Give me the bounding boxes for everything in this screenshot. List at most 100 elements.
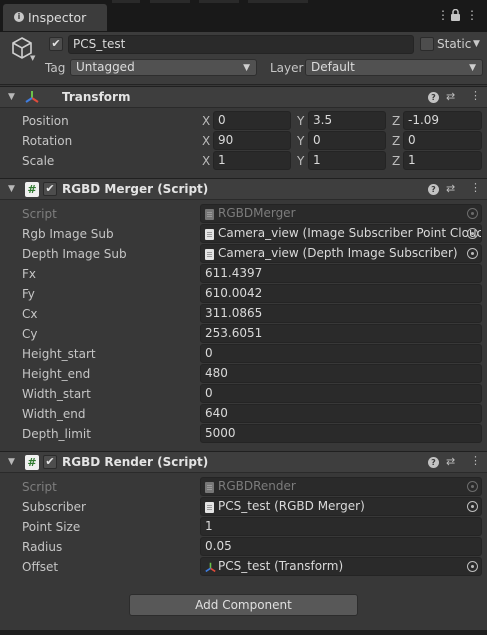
axis-y-label[interactable]: Y <box>297 154 304 168</box>
active-checkbox[interactable]: ✔ <box>49 37 63 51</box>
depth-limit-label: Depth_limit <box>22 427 91 441</box>
depth-limit-field[interactable]: 5000 <box>200 424 482 443</box>
foldout-arrow-icon[interactable]: ▼ <box>8 184 15 194</box>
width-end-field[interactable]: 640 <box>200 404 482 423</box>
width-start-field[interactable]: 0 <box>200 384 482 403</box>
script-asset-icon <box>205 502 214 513</box>
render-script-value: RGBDRender <box>218 479 296 493</box>
tag-value: Untagged <box>76 60 135 74</box>
lock-icon[interactable] <box>450 9 461 21</box>
tag-dropdown[interactable]: Untagged ▼ <box>70 59 257 76</box>
point-size-label: Point Size <box>22 520 81 534</box>
layer-label: Layer <box>270 61 304 75</box>
height-start-field[interactable]: 0 <box>200 344 482 363</box>
script-asset-icon <box>205 249 214 260</box>
static-checkbox[interactable] <box>420 37 434 51</box>
script-asset-icon <box>205 229 214 240</box>
help-icon[interactable]: ? <box>428 184 439 195</box>
subscriber-field[interactable]: PCS_test (RGBD Merger) <box>200 497 482 516</box>
object-picker-icon[interactable] <box>467 248 478 259</box>
menu-icon[interactable]: ⋮ <box>466 8 478 22</box>
width-end-label: Width_end <box>22 407 86 421</box>
gameobject-name-field[interactable]: PCS_test <box>68 35 414 54</box>
axis-z-label[interactable]: Z <box>392 134 400 148</box>
offset-label: Offset <box>22 560 59 574</box>
preset-icon[interactable]: ⇄ <box>446 90 455 103</box>
rotation-z-field[interactable]: 0 <box>403 131 482 150</box>
depth-image-sub-label: Depth Image Sub <box>22 247 127 261</box>
tab-inspector[interactable]: i Inspector <box>3 4 107 31</box>
layer-dropdown[interactable]: Default ▼ <box>305 59 483 76</box>
fx-label: Fx <box>22 267 37 281</box>
scale-label: Scale <box>22 154 55 168</box>
transform-icon <box>205 562 216 573</box>
axis-z-label[interactable]: Z <box>392 114 400 128</box>
kebab-icon[interactable]: ⋮ <box>470 89 481 102</box>
width-start-label: Width_start <box>22 387 91 401</box>
axis-y-label[interactable]: Y <box>297 134 304 148</box>
chevron-down-icon: ▼ <box>243 63 250 73</box>
static-dropdown-arrow[interactable]: ▼ <box>473 39 480 49</box>
merger-script-value: RGBDMerger <box>218 206 296 220</box>
depth-image-sub-field[interactable]: Camera_view (Depth Image Subscriber) <box>200 244 482 263</box>
position-label: Position <box>22 114 69 128</box>
script-label: Script <box>22 207 57 221</box>
script-asset-icon <box>205 209 214 220</box>
tab-stub <box>150 0 190 3</box>
object-picker-icon <box>467 481 478 492</box>
kebab-icon[interactable]: ⋮ <box>470 181 481 194</box>
height-end-field[interactable]: 480 <box>200 364 482 383</box>
axis-z-label[interactable]: Z <box>392 154 400 168</box>
merger-enabled-checkbox[interactable]: ✔ <box>43 182 57 196</box>
chevron-down-icon: ▼ <box>469 63 476 73</box>
info-icon: i <box>14 12 24 22</box>
cx-label: Cx <box>22 307 38 321</box>
fx-field[interactable]: 611.4397 <box>200 264 482 283</box>
position-z-field[interactable]: -1.09 <box>403 111 482 130</box>
radius-label: Radius <box>22 540 63 554</box>
kebab-icon[interactable]: ⋮ <box>437 8 449 22</box>
point-size-field[interactable]: 1 <box>200 517 482 536</box>
rgb-image-sub-field[interactable]: Camera_view (Image Subscriber Point Clou… <box>200 224 482 243</box>
subscriber-value: PCS_test (RGBD Merger) <box>218 499 365 513</box>
cy-field[interactable]: 253.6051 <box>200 324 482 343</box>
axis-y-label[interactable]: Y <box>297 114 304 128</box>
foldout-arrow-icon[interactable]: ▼ <box>8 457 15 467</box>
axis-x-label[interactable]: X <box>202 134 210 148</box>
rotation-label: Rotation <box>22 134 73 148</box>
radius-field[interactable]: 0.05 <box>200 537 482 556</box>
preset-icon[interactable]: ⇄ <box>446 182 455 195</box>
preset-icon[interactable]: ⇄ <box>446 455 455 468</box>
render-enabled-checkbox[interactable]: ✔ <box>43 455 57 469</box>
tab-stub <box>248 0 308 3</box>
depth-image-sub-value: Camera_view (Depth Image Subscriber) <box>218 246 458 260</box>
script-icon: # <box>25 182 39 197</box>
object-picker-icon <box>467 208 478 219</box>
scale-z-field[interactable]: 1 <box>403 151 482 170</box>
subscriber-label: Subscriber <box>22 500 86 514</box>
fy-field[interactable]: 610.0042 <box>200 284 482 303</box>
axis-x-label[interactable]: X <box>202 114 210 128</box>
help-icon[interactable]: ? <box>428 457 439 468</box>
scale-x-field[interactable]: 1 <box>213 151 291 170</box>
icon-dropdown-arrow[interactable]: ▼ <box>30 54 35 62</box>
rotation-x-field[interactable]: 90 <box>213 131 291 150</box>
scale-y-field[interactable]: 1 <box>308 151 386 170</box>
object-picker-icon[interactable] <box>467 228 478 239</box>
foldout-arrow-icon[interactable]: ▼ <box>8 92 15 102</box>
position-x-field[interactable]: 0 <box>213 111 291 130</box>
position-y-field[interactable]: 3.5 <box>308 111 386 130</box>
rotation-y-field[interactable]: 0 <box>308 131 386 150</box>
fy-label: Fy <box>22 287 35 301</box>
axis-x-label[interactable]: X <box>202 154 210 168</box>
help-icon[interactable]: ? <box>428 92 439 103</box>
cx-field[interactable]: 311.0865 <box>200 304 482 323</box>
add-component-button[interactable]: Add Component <box>129 594 358 616</box>
object-picker-icon[interactable] <box>467 561 478 572</box>
offset-field[interactable]: PCS_test (Transform) <box>200 557 482 576</box>
object-picker-icon[interactable] <box>467 501 478 512</box>
rgbd-render-title: RGBD Render (Script) <box>62 455 209 469</box>
static-label: Static <box>437 37 472 51</box>
cy-label: Cy <box>22 327 38 341</box>
kebab-icon[interactable]: ⋮ <box>470 454 481 467</box>
